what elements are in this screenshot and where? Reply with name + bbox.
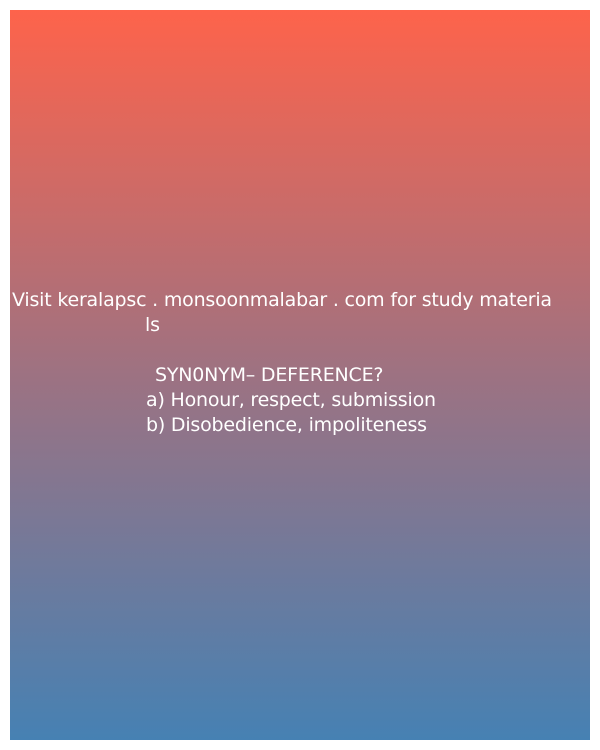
option-a: a) Honour, respect, submission: [146, 389, 436, 411]
question-text: SYN0NYM– DEFERENCE?: [155, 364, 384, 386]
promo-line-2: ls: [145, 314, 160, 336]
option-b: b) Disobedience, impoliteness: [146, 414, 427, 436]
quiz-text-block: Visit keralapsc . monsoonmalabar . com f…: [10, 288, 590, 438]
quiz-card: Visit keralapsc . monsoonmalabar . com f…: [10, 10, 590, 740]
promo-line-1: Visit keralapsc . monsoonmalabar . com f…: [12, 289, 552, 311]
